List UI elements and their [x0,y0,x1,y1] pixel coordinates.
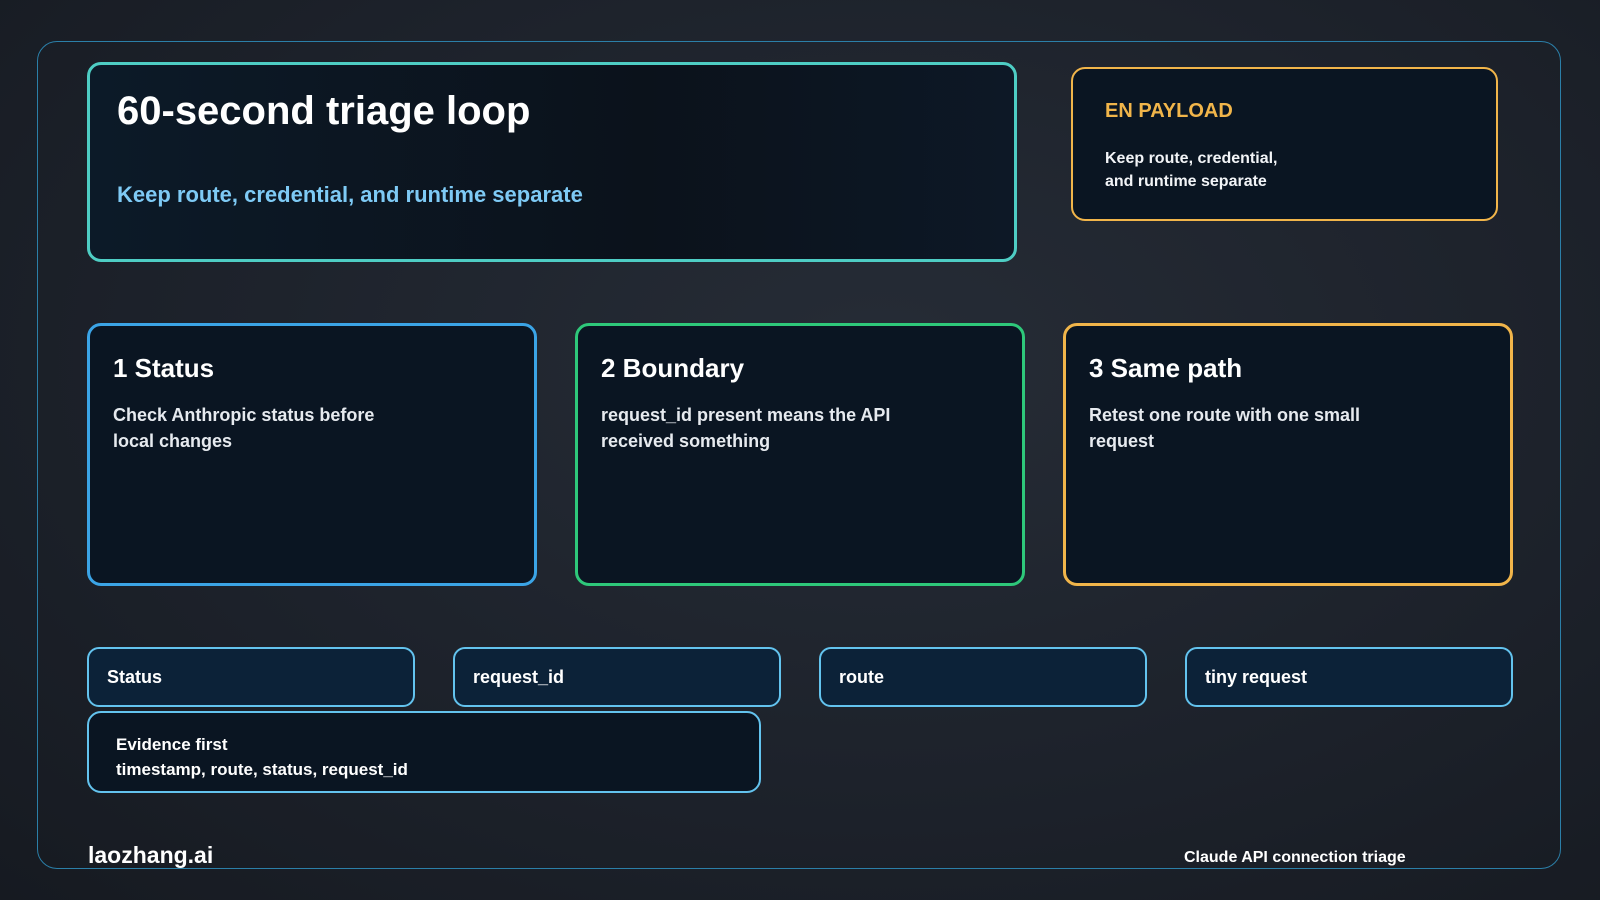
step-title: 3 Same path [1089,353,1243,383]
step-description: Check Anthropic status before local chan… [113,405,375,451]
step-card-same-path: 3 Same path Retest one route with one sm… [1063,323,1513,586]
chip-route: route [819,647,1147,707]
chip-label: request_id [473,667,565,687]
chip-label: route [839,667,884,687]
chip-label: tiny request [1205,667,1308,687]
chip-status: Status [87,647,415,707]
brand-logo-text: laozhang.ai [88,842,214,868]
payload-line-2: and runtime separate [1105,173,1267,190]
footer-caption: Claude API connection triage [1184,849,1406,866]
step-title: 2 Boundary [601,353,745,383]
chip-request-id: request_id [453,647,781,707]
evidence-title: Evidence first [116,735,228,754]
payload-label: EN PAYLOAD [1105,100,1233,122]
step-description: request_id present means the API receive… [601,405,891,451]
chip-label: Status [107,667,163,687]
payload-text: Keep route, credential, and runtime sepa… [1105,147,1278,193]
step-description: Retest one route with one small request [1089,405,1361,451]
page-subtitle: Keep route, credential, and runtime sepa… [117,182,583,207]
evidence-fields: timestamp, route, status, request_id [116,760,408,779]
chip-tiny-request: tiny request [1185,647,1513,707]
evidence-card: Evidence first timestamp, route, status,… [87,711,761,793]
step-title: 1 Status [113,353,215,383]
payload-card: EN PAYLOAD Keep route, credential, and r… [1071,67,1498,221]
page-title: 60-second triage loop [117,89,531,133]
step-card-status: 1 Status Check Anthropic status before l… [87,323,537,586]
payload-line-1: Keep route, credential, [1105,150,1278,167]
step-card-boundary: 2 Boundary request_id present means the … [575,323,1025,586]
title-card: 60-second triage loop Keep route, creden… [87,62,1017,262]
